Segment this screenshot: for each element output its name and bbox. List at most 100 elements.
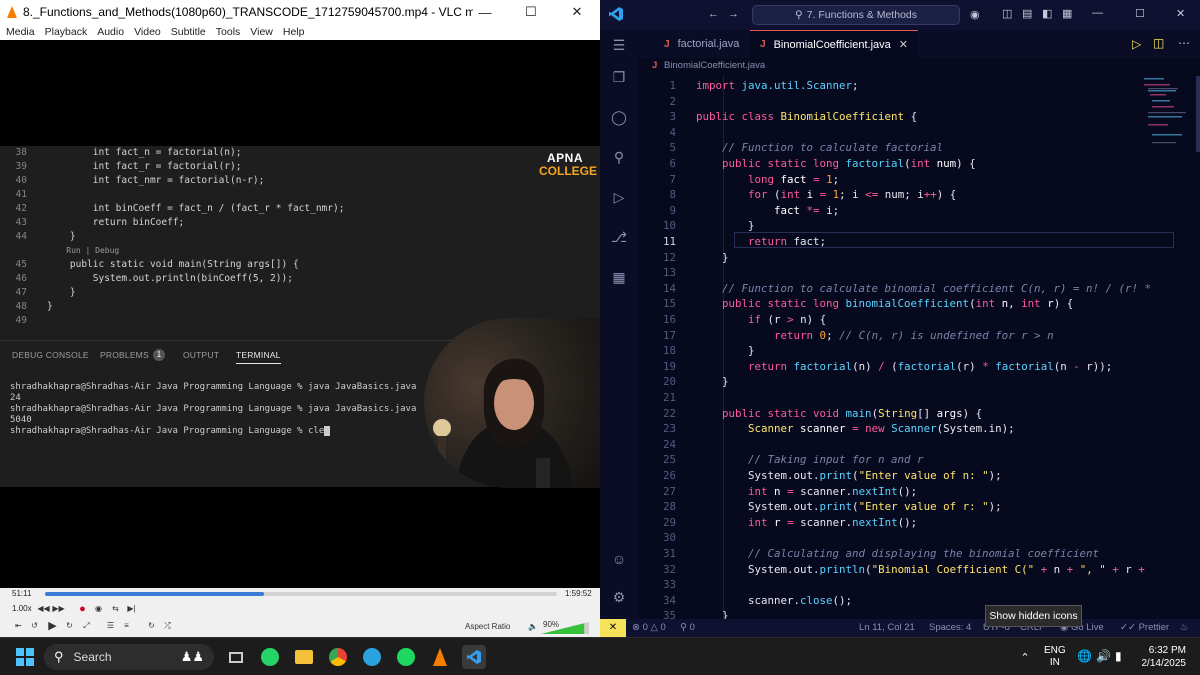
- source-control-icon[interactable]: ⎇: [608, 226, 630, 248]
- speaker-icon[interactable]: 🔈: [528, 622, 538, 631]
- code-line[interactable]: 19 return factorial(n) / (factorial(r) *…: [638, 359, 1112, 375]
- code-line[interactable]: 1 import java.util.Scanner;: [638, 78, 858, 94]
- search-icon[interactable]: ⚲: [608, 146, 630, 168]
- code-line[interactable]: 33: [638, 577, 696, 593]
- vertical-scrollbar[interactable]: [1196, 76, 1200, 152]
- close-icon[interactable]: ✕: [554, 0, 600, 24]
- code-line[interactable]: 28 System.out.print("Enter value of r: "…: [638, 499, 1002, 515]
- menu-help[interactable]: Help: [283, 26, 305, 38]
- code-line[interactable]: 23 Scanner scanner = new Scanner(System.…: [638, 421, 1015, 437]
- playback-speed[interactable]: 1.00x: [12, 604, 32, 613]
- code-editor[interactable]: 1 import java.util.Scanner; 2 3 public class…: [638, 76, 1200, 619]
- show-hidden-icons-chevron-icon[interactable]: ⌃: [1013, 645, 1037, 669]
- explorer-icon[interactable]: ❐: [608, 66, 630, 88]
- code-line[interactable]: 4: [638, 125, 696, 141]
- minimize-icon[interactable]: —: [1092, 7, 1103, 19]
- clock[interactable]: 6:32 PM 2/14/2025: [1138, 644, 1187, 670]
- extensions-icon[interactable]: ▦: [608, 266, 630, 288]
- edge-icon[interactable]: ◯: [608, 106, 630, 128]
- run-code-icon[interactable]: ▷: [1132, 37, 1141, 51]
- vscode-taskbar-icon[interactable]: [462, 645, 486, 669]
- shuffle-icon[interactable]: ⤮: [161, 619, 174, 632]
- volume-slider[interactable]: [541, 622, 589, 634]
- tab-factorial-java[interactable]: J factorial.java: [654, 30, 749, 58]
- code-line[interactable]: 31 // Calculating and displaying the bin…: [638, 546, 1099, 562]
- command-search-box[interactable]: ⚲ 7. Functions & Methods: [752, 5, 960, 25]
- indentation-status[interactable]: Spaces: 4: [929, 622, 971, 633]
- maximize-icon[interactable]: ☐: [508, 0, 554, 24]
- minimap[interactable]: [1144, 76, 1186, 156]
- play-icon[interactable]: ▶: [46, 619, 59, 632]
- close-icon[interactable]: ✕: [1176, 7, 1185, 20]
- fullscreen-icon[interactable]: ⤢: [80, 619, 93, 632]
- more-actions-icon[interactable]: ⋯: [1178, 36, 1190, 50]
- code-line[interactable]: 9 fact *= i;: [638, 203, 839, 219]
- code-line[interactable]: 10 }: [638, 218, 755, 234]
- toggle-panel-icon[interactable]: ▤: [1022, 7, 1032, 20]
- file-explorer-icon[interactable]: [292, 645, 316, 669]
- snapshot-icon[interactable]: ◉: [92, 602, 105, 615]
- spotify-icon[interactable]: [394, 645, 418, 669]
- forward-arrow-icon[interactable]: →: [728, 8, 739, 20]
- close-tab-icon[interactable]: ✕: [899, 38, 908, 51]
- menu-view[interactable]: View: [250, 26, 273, 38]
- menu-playback[interactable]: Playback: [45, 26, 88, 38]
- back-arrow-icon[interactable]: ←: [708, 8, 719, 20]
- remote-window-icon[interactable]: ✕: [600, 619, 626, 637]
- code-line[interactable]: 2: [638, 94, 696, 110]
- loop-icon[interactable]: ↻: [145, 619, 158, 632]
- notifications-bell-icon[interactable]: ♨: [1180, 622, 1189, 633]
- problems-status[interactable]: ⊗ 0 △ 0: [632, 622, 666, 633]
- code-line[interactable]: 16 if (r > n) {: [638, 312, 826, 328]
- frame-step-icon[interactable]: ▶|: [125, 602, 138, 615]
- code-line[interactable]: 25 // Taking input for n and r: [638, 452, 924, 468]
- code-line[interactable]: 22 public static void main(String[] args…: [638, 406, 982, 422]
- taskbar-search-box[interactable]: ⚲ Search ♟♟: [44, 644, 214, 670]
- code-line[interactable]: 27 int n = scanner.nextInt();: [638, 484, 917, 500]
- ports-status[interactable]: ⚲ 0: [680, 622, 695, 633]
- code-line[interactable]: 26 System.out.print("Enter value of n: "…: [638, 468, 1002, 484]
- seek-bar[interactable]: [45, 592, 557, 596]
- toggle-playlist-icon[interactable]: ⇤: [12, 619, 25, 632]
- code-line[interactable]: 18 }: [638, 343, 755, 359]
- menu-tools[interactable]: Tools: [216, 26, 241, 38]
- code-line[interactable]: 21: [638, 390, 696, 406]
- settings-gear-icon[interactable]: ⚙: [608, 586, 630, 608]
- jump-back-icon[interactable]: ↺: [28, 619, 41, 632]
- loop-ab-icon[interactable]: ⇆: [109, 602, 122, 615]
- code-line[interactable]: 6 public static long factorial(int num) …: [638, 156, 975, 172]
- code-line[interactable]: 34 scanner.close();: [638, 593, 852, 609]
- task-view-icon[interactable]: [224, 645, 248, 669]
- code-line[interactable]: 5 // Function to calculate factorial: [638, 140, 943, 156]
- record-icon[interactable]: ●: [76, 602, 89, 615]
- prettier-status[interactable]: ✓✓ Prettier: [1120, 622, 1169, 633]
- code-line[interactable]: 30: [638, 530, 696, 546]
- account-icon[interactable]: ☺: [608, 548, 630, 570]
- code-line[interactable]: 3 public class BinomialCoefficient {: [638, 109, 917, 125]
- code-line[interactable]: 11 return fact;: [638, 234, 826, 250]
- menu-hamburger-icon[interactable]: ☰: [608, 34, 630, 56]
- toggle-secondary-sidebar-icon[interactable]: ◧: [1042, 7, 1052, 20]
- minimize-icon[interactable]: —: [462, 0, 508, 24]
- code-line[interactable]: 15 public static long binomialCoefficien…: [638, 296, 1073, 312]
- breadcrumb[interactable]: J BinomialCoefficient.java: [652, 60, 765, 71]
- customize-layout-icon[interactable]: ▦: [1062, 7, 1072, 20]
- start-windows-icon[interactable]: [13, 645, 37, 669]
- maximize-icon[interactable]: ☐: [1135, 7, 1145, 20]
- code-line[interactable]: 32 System.out.println("Binomial Coeffici…: [638, 562, 1145, 578]
- code-line[interactable]: 12 }: [638, 250, 729, 266]
- tab-binomialcoefficient-java[interactable]: J BinomialCoefficient.java ✕: [750, 30, 918, 58]
- chrome-icon[interactable]: [326, 645, 350, 669]
- aspect-ratio-select[interactable]: Aspect Ratio: [465, 622, 510, 631]
- run-debug-icon[interactable]: ▷: [608, 186, 630, 208]
- telegram-icon[interactable]: [360, 645, 384, 669]
- extended-settings-icon[interactable]: ☰: [104, 619, 117, 632]
- input-language[interactable]: ENG IN: [1044, 645, 1066, 669]
- cursor-position[interactable]: Ln 11, Col 21: [859, 622, 915, 633]
- code-line[interactable]: 14 // Function to calculate binomial coe…: [638, 281, 1151, 297]
- code-line[interactable]: 20 }: [638, 374, 729, 390]
- whatsapp-icon[interactable]: [258, 645, 282, 669]
- jump-forward-icon[interactable]: ↻: [63, 619, 76, 632]
- network-globe-icon[interactable]: 🌐: [1077, 649, 1092, 663]
- code-line[interactable]: 8 for (int i = 1; i <= num; i++) {: [638, 187, 956, 203]
